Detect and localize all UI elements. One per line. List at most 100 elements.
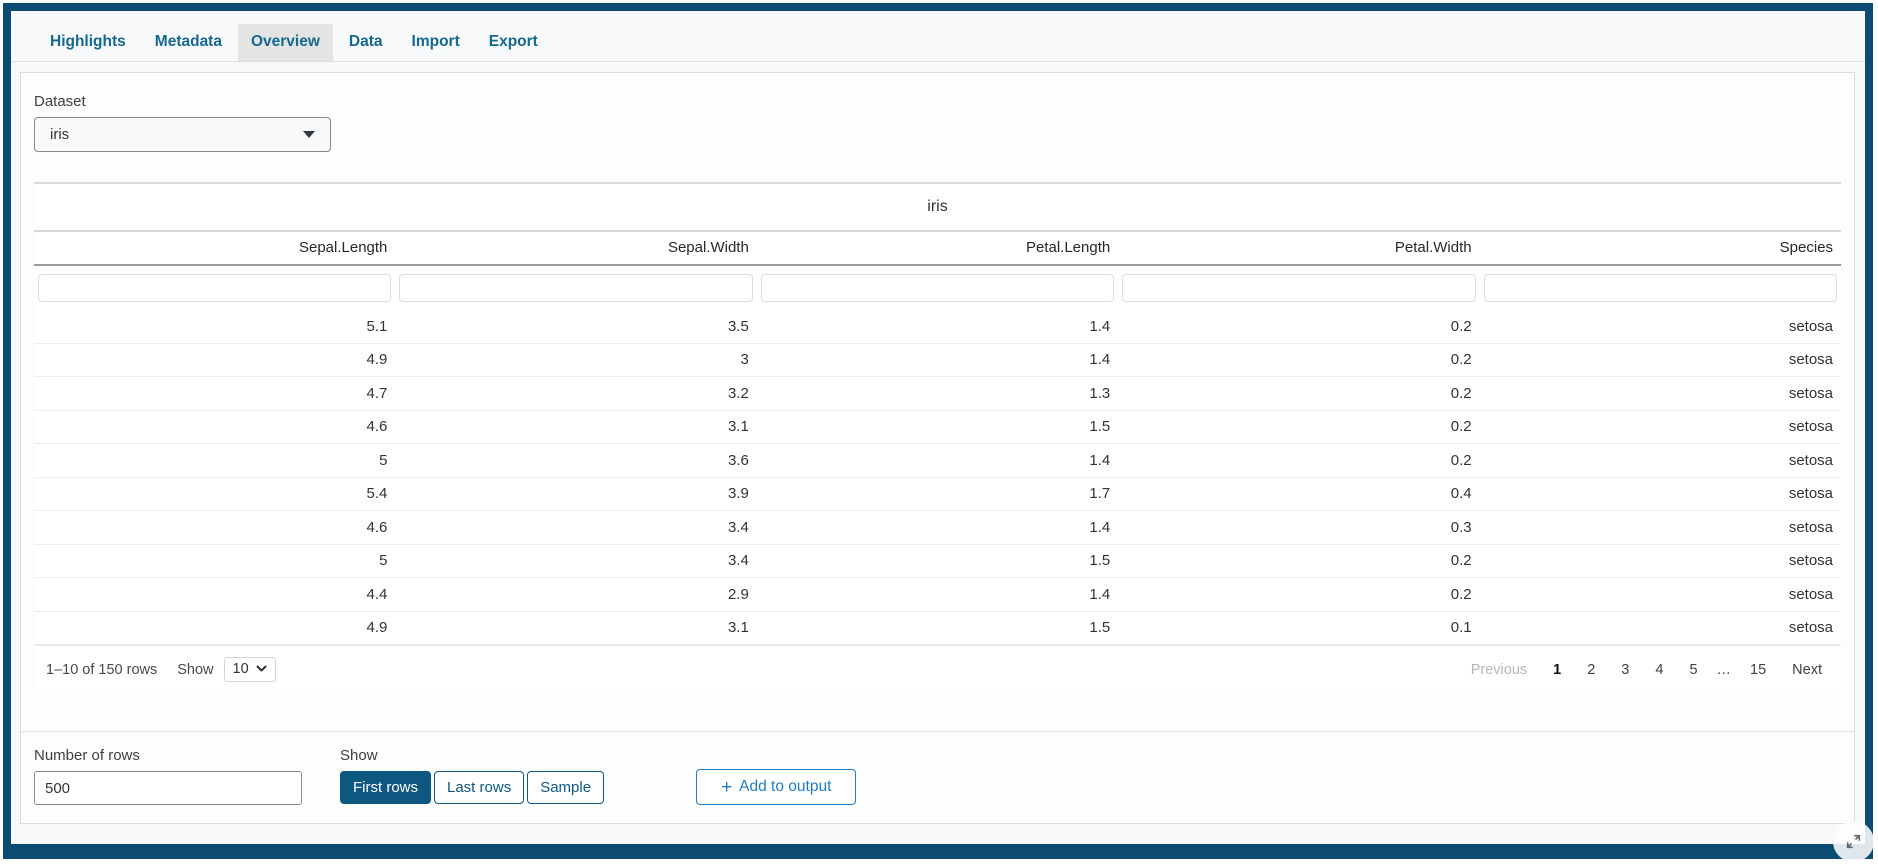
next-page-button[interactable]: Next	[1785, 658, 1829, 682]
column-header-sepal-width[interactable]: Sepal.Width	[395, 232, 756, 264]
column-header-species[interactable]: Species	[1480, 232, 1841, 264]
cell: 3	[395, 351, 756, 368]
page-size-select[interactable]: 10	[224, 657, 276, 682]
cell: 5.4	[34, 485, 395, 502]
filter-input-petal-width[interactable]	[1122, 274, 1475, 302]
dataset-select[interactable]: iris	[34, 117, 331, 152]
table-row: 4.9 3 1.4 0.2 setosa	[34, 344, 1841, 378]
tab-metadata[interactable]: Metadata	[142, 24, 235, 61]
cell: 0.1	[1118, 619, 1479, 636]
cell: 5	[34, 452, 395, 469]
cell: 1.4	[757, 318, 1118, 335]
cell: 0.3	[1118, 519, 1479, 536]
cell: 0.2	[1118, 318, 1479, 335]
cell: setosa	[1480, 318, 1841, 335]
add-to-output-label: Add to output	[739, 778, 831, 796]
column-header-sepal-length[interactable]: Sepal.Length	[34, 232, 395, 264]
cell: 0.2	[1118, 586, 1479, 603]
first-rows-button[interactable]: First rows	[340, 771, 431, 804]
section-divider	[21, 731, 1854, 732]
last-rows-button[interactable]: Last rows	[434, 771, 524, 804]
page-button-15[interactable]: 15	[1743, 658, 1773, 682]
filter-input-petal-length[interactable]	[761, 274, 1114, 302]
table-row: 4.4 2.9 1.4 0.2 setosa	[34, 578, 1841, 612]
table-row: 4.6 3.1 1.5 0.2 setosa	[34, 411, 1841, 445]
cell: setosa	[1480, 452, 1841, 469]
table-row: 5.4 3.9 1.7 0.4 setosa	[34, 478, 1841, 512]
filter-input-sepal-length[interactable]	[38, 274, 391, 302]
cell: 1.5	[757, 418, 1118, 435]
cell: 3.4	[395, 552, 756, 569]
page-button-4[interactable]: 4	[1648, 658, 1670, 682]
page-button-1[interactable]: 1	[1546, 658, 1568, 682]
cell: 4.6	[34, 418, 395, 435]
cell: 4.4	[34, 586, 395, 603]
cell: 1.3	[757, 385, 1118, 402]
show-mode-label: Show	[340, 747, 607, 764]
table-row: 4.6 3.4 1.4 0.3 setosa	[34, 511, 1841, 545]
cell: setosa	[1480, 619, 1841, 636]
tab-data[interactable]: Data	[336, 24, 396, 61]
cell: 3.2	[395, 385, 756, 402]
table-row: 4.7 3.2 1.3 0.2 setosa	[34, 377, 1841, 411]
page-ellipsis: …	[1717, 662, 1732, 678]
filter-input-sepal-width[interactable]	[399, 274, 752, 302]
table-row: 5.1 3.5 1.4 0.2 setosa	[34, 310, 1841, 344]
cell: setosa	[1480, 418, 1841, 435]
cell: 0.2	[1118, 351, 1479, 368]
page-button-3[interactable]: 3	[1614, 658, 1636, 682]
column-header-petal-width[interactable]: Petal.Width	[1118, 232, 1479, 264]
column-header-petal-length[interactable]: Petal.Length	[757, 232, 1118, 264]
table-title: iris	[34, 184, 1841, 232]
dataset-label: Dataset	[34, 93, 1841, 110]
overview-panel: Dataset iris iris Sepal.Length Sepal.Wid…	[20, 72, 1855, 824]
cell: 3.4	[395, 519, 756, 536]
number-of-rows-label: Number of rows	[34, 747, 302, 764]
fullscreen-button[interactable]	[1833, 821, 1874, 862]
table-pagination-bar: 1–10 of 150 rows Show 10 Previous 1 2 3 …	[34, 645, 1841, 693]
chevron-down-icon	[256, 665, 267, 673]
cell: 4.6	[34, 519, 395, 536]
number-of-rows-input[interactable]	[34, 771, 302, 805]
page-size-label: Show	[177, 662, 213, 678]
cell: 1.4	[757, 452, 1118, 469]
cell: 3.1	[395, 418, 756, 435]
show-mode-field: Show First rows Last rows Sample	[340, 747, 607, 805]
table-row: 4.9 3.1 1.5 0.1 setosa	[34, 612, 1841, 646]
output-controls: Number of rows Show First rows Last rows…	[34, 747, 1841, 805]
cell: 3.5	[395, 318, 756, 335]
cell: setosa	[1480, 586, 1841, 603]
caret-down-icon	[303, 131, 315, 138]
page-button-5[interactable]: 5	[1682, 658, 1704, 682]
cell: 0.4	[1118, 485, 1479, 502]
cell: 3.6	[395, 452, 756, 469]
cell: 0.2	[1118, 385, 1479, 402]
tab-export[interactable]: Export	[476, 24, 551, 61]
table-filter-row	[34, 266, 1841, 310]
show-mode-button-group: First rows Last rows Sample	[340, 771, 607, 804]
sample-button[interactable]: Sample	[527, 771, 604, 804]
page-size-value: 10	[233, 661, 249, 677]
table-row: 5 3.6 1.4 0.2 setosa	[34, 444, 1841, 478]
page-button-2[interactable]: 2	[1580, 658, 1602, 682]
app-frame: Highlights Metadata Overview Data Import…	[3, 3, 1873, 859]
cell: 1.4	[757, 351, 1118, 368]
add-to-output-button[interactable]: + Add to output	[696, 769, 856, 805]
expand-icon	[1845, 833, 1862, 850]
data-table: iris Sepal.Length Sepal.Width Petal.Leng…	[34, 182, 1841, 693]
cell: 1.5	[757, 552, 1118, 569]
tab-highlights[interactable]: Highlights	[37, 24, 139, 61]
cell: 1.4	[757, 586, 1118, 603]
cell: setosa	[1480, 385, 1841, 402]
add-to-output-wrapper: + Add to output	[696, 769, 856, 805]
cell: 0.2	[1118, 452, 1479, 469]
cell: setosa	[1480, 552, 1841, 569]
previous-page-button[interactable]: Previous	[1464, 658, 1534, 682]
number-of-rows-field: Number of rows	[34, 747, 302, 805]
cell: 4.7	[34, 385, 395, 402]
tab-import[interactable]: Import	[399, 24, 473, 61]
cell: 4.9	[34, 351, 395, 368]
tab-overview[interactable]: Overview	[238, 24, 333, 61]
filter-input-species[interactable]	[1484, 274, 1837, 302]
cell: 5.1	[34, 318, 395, 335]
